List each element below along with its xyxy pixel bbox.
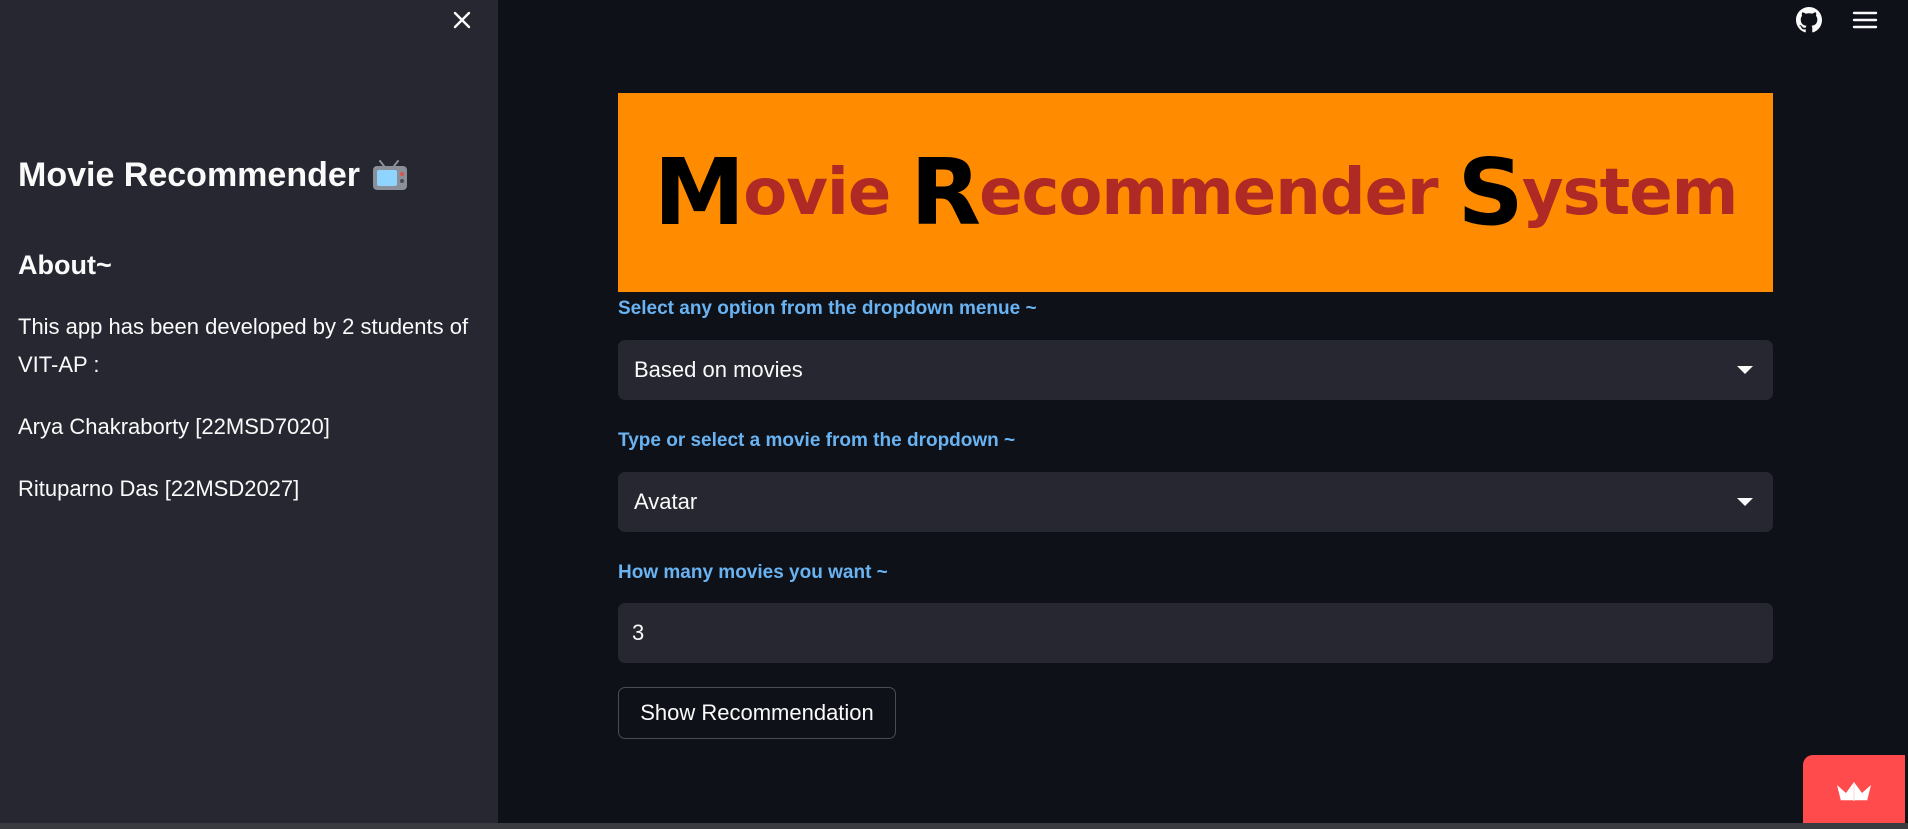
sidebar-title: Movie Recommender	[18, 156, 408, 195]
count-input-label: How many movies you want ~	[618, 562, 888, 583]
chevron-down-icon	[1737, 366, 1753, 374]
banner-cap-letter: M	[653, 139, 746, 246]
show-recommendation-button[interactable]: Show Recommendation	[618, 687, 896, 739]
option-select-value: Based on movies	[634, 357, 803, 382]
movie-select-value: Avatar	[634, 489, 698, 514]
option-select[interactable]: Based on movies	[618, 340, 1773, 400]
developer-line: Arya Chakraborty [22MSD7020]	[18, 414, 330, 439]
sidebar: Movie Recommender About~ This app has be…	[0, 0, 498, 829]
count-input[interactable]: 3	[618, 603, 1773, 663]
title-banner: Movie Recommender System	[618, 93, 1773, 292]
bottom-scrollbar[interactable]	[0, 823, 1908, 829]
close-sidebar-button[interactable]	[446, 4, 478, 36]
sidebar-title-text: Movie Recommender	[18, 156, 360, 194]
hamburger-menu-icon	[1852, 11, 1878, 29]
banner-word-rest: ecommender	[979, 155, 1438, 230]
chevron-down-icon	[1737, 498, 1753, 506]
close-icon	[453, 11, 471, 29]
about-heading: About~	[18, 250, 112, 280]
option-select-label: Select any option from the dropdown menu…	[618, 298, 1037, 319]
banner-word-rest: ovie	[743, 155, 891, 230]
crown-icon	[1837, 782, 1871, 802]
banner-cap-letter: S	[1457, 139, 1524, 246]
movie-select[interactable]: Avatar	[618, 472, 1773, 532]
banner-word-rest: ystem	[1521, 155, 1738, 230]
developer-line: Rituparno Das [22MSD2027]	[18, 476, 300, 501]
movie-select-label: Type or select a movie from the dropdown…	[618, 430, 1016, 451]
github-icon	[1796, 7, 1822, 33]
banner-cap-letter: R	[910, 139, 981, 246]
main-menu-button[interactable]	[1849, 4, 1881, 36]
streamlit-badge[interactable]	[1803, 755, 1905, 829]
about-text: This app has been developed by 2 student…	[18, 314, 469, 377]
app-root: Movie Recommender About~ This app has be…	[0, 0, 1908, 829]
tv-icon	[373, 159, 407, 190]
count-input-value: 3	[632, 620, 645, 645]
github-button[interactable]	[1793, 4, 1825, 36]
